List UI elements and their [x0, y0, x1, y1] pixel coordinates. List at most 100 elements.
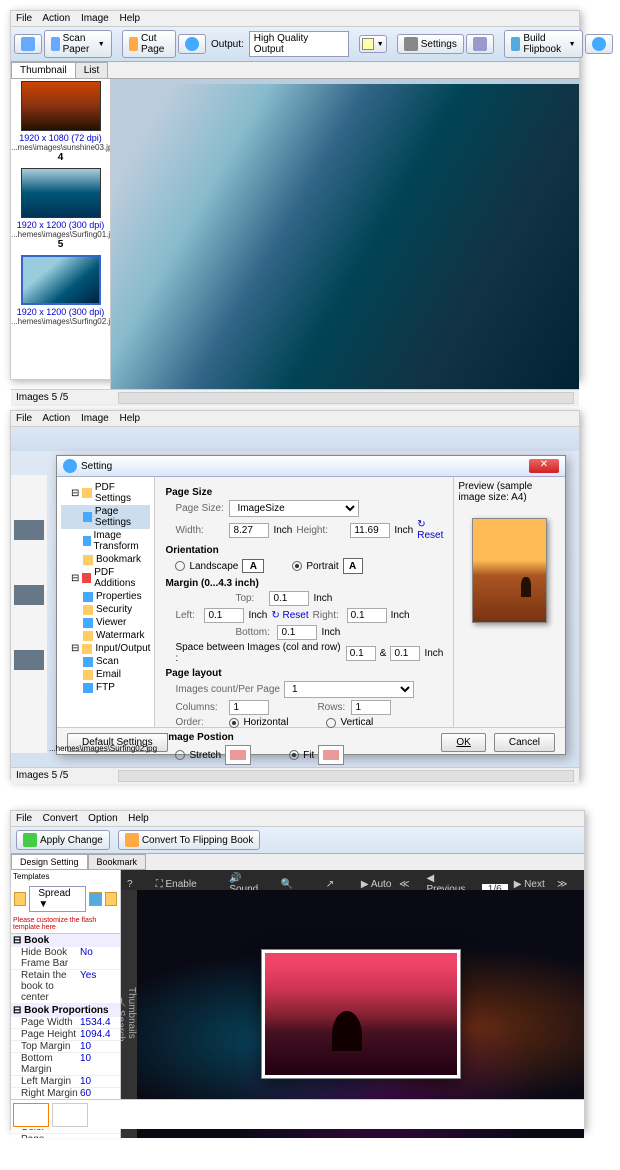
margin-bottom-input[interactable]	[277, 625, 317, 640]
template-hint: Please customize the flash template here	[11, 915, 120, 933]
tree-properties[interactable]: Properties	[61, 590, 150, 603]
blurred-sidebar	[11, 475, 47, 753]
prop-row[interactable]: Top Margin10	[11, 1041, 120, 1053]
horizontal-radio[interactable]	[229, 718, 239, 728]
load-template-icon[interactable]	[105, 892, 117, 906]
margin-right-input[interactable]	[347, 608, 387, 623]
menu-help[interactable]: Help	[120, 413, 141, 424]
scan-paper-button[interactable]: Scan Paper▼	[44, 30, 112, 58]
tab-thumbnail[interactable]: Thumbnail	[11, 62, 76, 78]
prop-group[interactable]: ⊟ Book	[11, 934, 120, 947]
space-row-input[interactable]	[390, 646, 420, 661]
prop-row[interactable]: Page Width1534.4	[11, 1017, 120, 1029]
menu-image[interactable]: Image	[81, 13, 109, 24]
options-button[interactable]	[466, 34, 494, 54]
menu-help[interactable]: Help	[128, 813, 149, 824]
section-page-size: Page Size	[165, 487, 443, 498]
menu-action[interactable]: Action	[42, 413, 70, 424]
height-input[interactable]	[350, 523, 390, 538]
tree-watermark[interactable]: Watermark	[61, 629, 150, 642]
output-select[interactable]: High Quality Output	[249, 31, 349, 57]
transform-icon	[83, 536, 91, 546]
menu-option[interactable]: Option	[88, 813, 117, 824]
thumbnail-item[interactable]: 1920 x 1080 (72 dpi) ...mes\images\sunsh…	[11, 81, 110, 163]
prop-row[interactable]: Bottom Margin10	[11, 1053, 120, 1076]
flipbook-page[interactable]	[261, 949, 461, 1079]
menu-file[interactable]: File	[16, 813, 32, 824]
nav-back-button[interactable]	[14, 34, 42, 54]
vertical-radio[interactable]	[326, 718, 336, 728]
settings-button[interactable]: Settings	[397, 34, 464, 54]
ok-button[interactable]: OK	[441, 733, 485, 752]
help-button[interactable]	[585, 34, 613, 54]
prop-row[interactable]: Retain the book to centerYes	[11, 970, 120, 1004]
templates-label: Templates	[11, 870, 120, 883]
template-thumb[interactable]	[52, 1103, 88, 1127]
page-size-select[interactable]: ImageSize	[229, 500, 359, 517]
cut-page-button[interactable]: Cut Page	[122, 30, 176, 58]
menu-file[interactable]: File	[16, 413, 32, 424]
convert-button[interactable]: Convert To Flipping Book	[118, 830, 261, 850]
page-icon	[83, 512, 92, 522]
rows-input[interactable]	[351, 700, 391, 715]
menu-action[interactable]: Action	[42, 13, 70, 24]
tree-ftp[interactable]: FTP	[61, 681, 150, 694]
tree-pdf-settings[interactable]: ⊟PDF Settings	[61, 481, 150, 505]
template-thumb-selected[interactable]	[13, 1103, 49, 1127]
menu-image[interactable]: Image	[81, 413, 109, 424]
cancel-button[interactable]: Cancel	[494, 733, 555, 752]
tab-list[interactable]: List	[75, 62, 109, 78]
tree-page-settings[interactable]: Page Settings	[61, 505, 150, 529]
scrollbar[interactable]	[118, 392, 574, 404]
tree-bookmark[interactable]: Bookmark	[61, 553, 150, 566]
tree-viewer[interactable]: Viewer	[61, 616, 150, 629]
section-layout: Page layout	[165, 668, 443, 679]
prop-row[interactable]: Page Height1094.4	[11, 1029, 120, 1041]
prop-row[interactable]: Left Margin10	[11, 1076, 120, 1088]
folder-icon	[82, 488, 91, 498]
tree-email[interactable]: Email	[61, 668, 150, 681]
tree-image-transform[interactable]: Image Transform	[61, 529, 150, 553]
template-select[interactable]: Spread ▼	[29, 886, 86, 912]
scan-icon	[83, 657, 93, 667]
reset-margin-button[interactable]: ↻ Reset	[271, 610, 308, 621]
reset-size-button[interactable]: ↻ Reset	[417, 519, 443, 541]
tree-security[interactable]: Security	[61, 603, 150, 616]
tree-pdf-additions[interactable]: ⊟PDF Additions	[61, 566, 150, 590]
tab-design-setting[interactable]: Design Setting	[11, 854, 88, 870]
prop-group[interactable]: ⊟ Book Proportions	[11, 1004, 120, 1017]
build-flipbook-button[interactable]: Build Flipbook▼	[504, 30, 583, 58]
menu-help[interactable]: Help	[120, 13, 141, 24]
tree-scan[interactable]: Scan	[61, 655, 150, 668]
settings-dialog: Setting ✕ ⊟PDF Settings Page Settings Im…	[56, 455, 566, 755]
menu-convert[interactable]: Convert	[43, 813, 78, 824]
settings-tree: ⊟PDF Settings Page Settings Image Transf…	[57, 477, 155, 727]
tab-bookmark[interactable]: Bookmark	[88, 854, 147, 870]
margin-left-input[interactable]	[204, 608, 244, 623]
scrollbar[interactable]	[118, 770, 574, 782]
preview-sample-image	[472, 518, 547, 623]
menubar: File Convert Option Help	[11, 811, 584, 827]
landscape-radio[interactable]	[175, 561, 185, 571]
images-per-page-select[interactable]: 1	[284, 681, 414, 698]
space-col-input[interactable]	[346, 646, 376, 661]
settings-form: Page Size Page Size: ImageSize Width: In…	[155, 477, 453, 727]
prop-row[interactable]: Page Background Color0xFFFFFF	[11, 1134, 120, 1138]
list-icon	[473, 37, 487, 51]
section-margin: Margin (0...4.3 inch)	[165, 578, 443, 589]
prop-row[interactable]: Hide Book Frame BarNo	[11, 947, 120, 970]
color-button[interactable]: ▼	[359, 35, 387, 53]
margin-top-input[interactable]	[269, 591, 309, 606]
apply-change-button[interactable]: Apply Change	[16, 830, 110, 850]
close-button[interactable]: ✕	[529, 459, 559, 473]
columns-input[interactable]	[229, 700, 269, 715]
save-template-icon[interactable]	[89, 892, 101, 906]
thumbnail-item[interactable]: 1920 x 1200 (300 dpi) ...hemes\images\Su…	[11, 168, 110, 250]
thumbnails-tab[interactable]: Thumbnails	[126, 898, 137, 1128]
width-input[interactable]	[229, 523, 269, 538]
tree-input-output[interactable]: ⊟Input/Output	[61, 642, 150, 655]
thumbnail-item-selected[interactable]: 1920 x 1200 (300 dpi) ...hemes\images\Su…	[11, 255, 110, 326]
menu-file[interactable]: File	[16, 13, 32, 24]
portrait-radio[interactable]	[292, 561, 302, 571]
prev-button[interactable]	[178, 34, 206, 54]
